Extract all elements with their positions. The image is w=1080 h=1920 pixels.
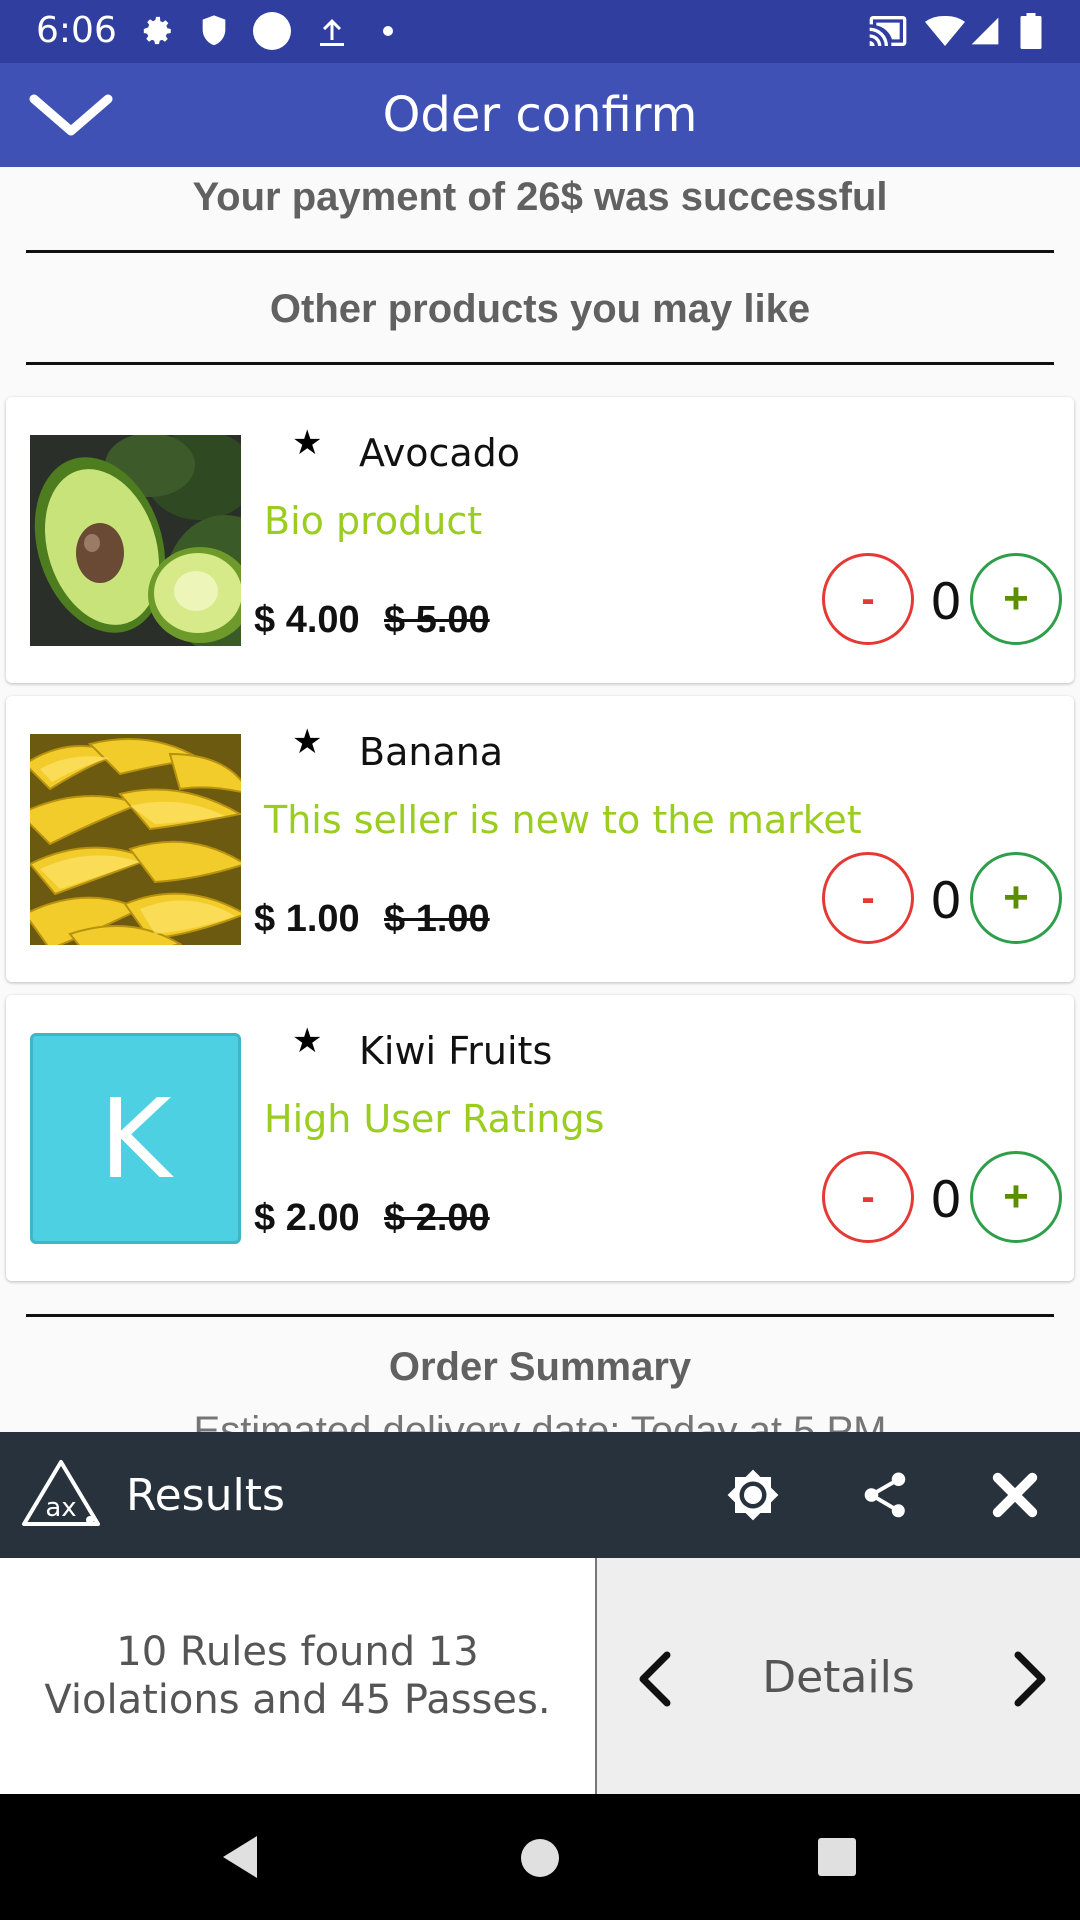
payment-success-message: Your payment of 26$ was successful <box>192 175 888 219</box>
product-card-banana[interactable]: ★ Banana This seller is new to the marke… <box>6 696 1074 982</box>
star-icon: ★ <box>292 723 323 761</box>
product-price: $ 4.00 <box>254 599 360 641</box>
divider <box>26 1314 1054 1317</box>
product-old-price: $ 2.00 <box>384 1197 490 1239</box>
divider <box>26 362 1054 365</box>
back-icon[interactable] <box>214 1832 264 1882</box>
cast-icon <box>866 12 910 50</box>
app-bar: Oder confirm <box>0 63 1080 167</box>
chevron-right-icon[interactable] <box>1000 1646 1060 1712</box>
details-pane[interactable]: Details <box>597 1558 1080 1794</box>
order-summary-title: Order Summary <box>388 1345 692 1389</box>
banana-image <box>30 734 241 945</box>
avocado-image <box>30 435 241 646</box>
brightness-icon[interactable] <box>720 1462 786 1528</box>
product-price: $ 1.00 <box>254 898 360 940</box>
svg-text:ax: ax <box>45 1493 76 1523</box>
product-name: Banana <box>359 730 504 774</box>
recents-icon[interactable] <box>812 1832 862 1882</box>
decrease-quantity-button[interactable]: - <box>822 553 914 645</box>
signal-icon <box>968 12 1002 50</box>
results-panel: 10 Rules found 13 Violations and 45 Pass… <box>0 1558 1080 1794</box>
suggestions-title: Other products you may like <box>269 287 811 331</box>
product-name: Kiwi Fruits <box>359 1029 553 1073</box>
product-price: $ 2.00 <box>254 1197 360 1239</box>
page-title: Oder confirm <box>382 87 698 143</box>
product-tag: High User Ratings <box>264 1097 605 1141</box>
status-time: 6:06 <box>36 10 117 51</box>
product-name: Avocado <box>359 431 521 475</box>
decrease-quantity-button[interactable]: - <box>822 1151 914 1243</box>
battery-icon <box>1018 12 1044 50</box>
product-tag: Bio product <box>264 499 483 543</box>
quantity-value: 0 <box>930 1171 962 1229</box>
star-icon: ★ <box>292 1022 323 1060</box>
product-old-price: $ 1.00 <box>384 898 490 940</box>
results-title: Results <box>126 1470 285 1521</box>
results-toolbar: ax Results <box>0 1432 1080 1558</box>
quantity-value: 0 <box>930 573 962 631</box>
wifi-icon <box>924 12 966 50</box>
decrease-quantity-button[interactable]: - <box>822 852 914 944</box>
circle-icon <box>250 12 294 50</box>
system-navigation-bar <box>0 1794 1080 1920</box>
quantity-value: 0 <box>930 872 962 930</box>
share-icon[interactable] <box>852 1462 918 1528</box>
close-icon[interactable] <box>982 1462 1048 1528</box>
dot-icon <box>380 12 396 50</box>
delivery-date-text: Estimated delivery date: Today at 5 PM <box>193 1409 887 1432</box>
order-confirm-content[interactable]: Your payment of 26$ was successful Other… <box>0 167 1080 1432</box>
upload-icon <box>312 12 352 50</box>
divider <box>26 250 1054 253</box>
home-icon[interactable] <box>514 1832 566 1884</box>
product-card-avocado[interactable]: ★ Avocado Bio product $ 4.00 $ 5.00 - 0 … <box>6 397 1074 683</box>
results-summary: 10 Rules found 13 Violations and 45 Pass… <box>44 1629 551 1723</box>
product-old-price: $ 5.00 <box>384 599 490 641</box>
star-icon: ★ <box>292 424 323 462</box>
product-card-kiwi[interactable]: K ★ Kiwi Fruits High User Ratings $ 2.00… <box>6 995 1074 1281</box>
product-tag: This seller is new to the market <box>264 798 862 842</box>
increase-quantity-button[interactable]: + <box>970 1151 1062 1243</box>
increase-quantity-button[interactable]: + <box>970 553 1062 645</box>
kiwi-placeholder-avatar: K <box>30 1033 241 1244</box>
increase-quantity-button[interactable]: + <box>970 852 1062 944</box>
gear-icon <box>138 12 178 50</box>
accessibility-scanner-logo-icon: ax <box>20 1458 102 1530</box>
status-bar: 6:06 <box>0 0 1080 63</box>
shield-icon <box>196 12 232 50</box>
